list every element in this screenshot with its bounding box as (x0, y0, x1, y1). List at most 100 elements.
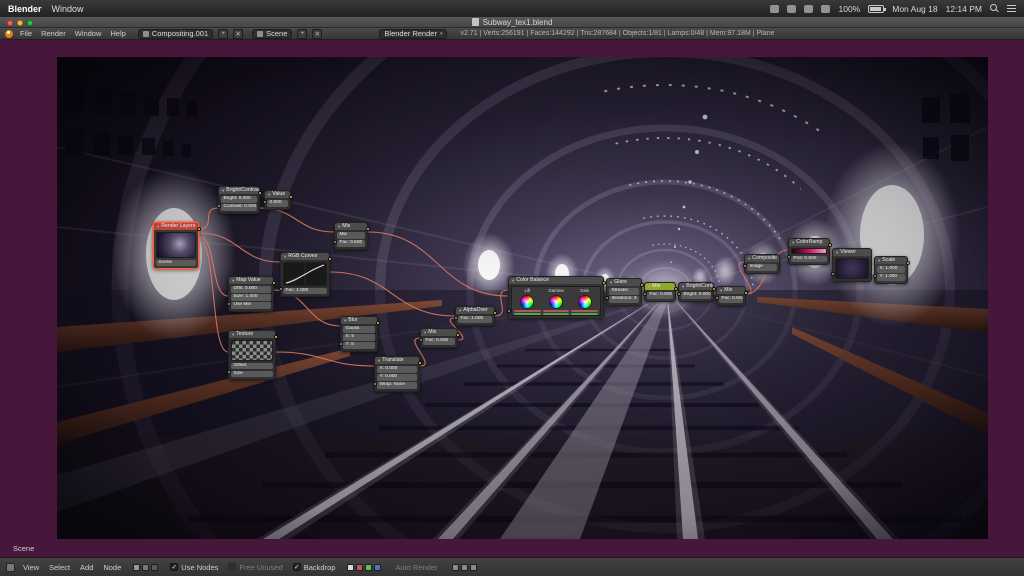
collapse-icon[interactable]: ▾ (720, 287, 722, 294)
node-field[interactable]: Offset (231, 363, 273, 370)
collapse-icon[interactable]: ▾ (610, 279, 612, 286)
node-header[interactable]: ▾Translate (375, 357, 419, 364)
node-header[interactable]: ▾Viewer (833, 249, 871, 256)
node-header[interactable]: ▾Blur (341, 317, 377, 324)
node-field[interactable]: Wrap: None (377, 382, 417, 389)
input-socket[interactable] (743, 264, 747, 268)
zoom-window-button[interactable] (27, 20, 33, 26)
node-composite[interactable]: ▾CompositeImage (744, 254, 780, 274)
node-field[interactable]: Contrast: 0.000 (221, 204, 257, 211)
header-menu-help[interactable]: Help (108, 29, 127, 38)
node-field[interactable]: Use Min (231, 302, 271, 309)
input-socket[interactable] (787, 255, 791, 259)
node-field[interactable]: X: 1.000 (877, 266, 905, 273)
wifi-icon[interactable] (804, 5, 813, 13)
color-wheel-disc[interactable] (549, 295, 563, 309)
input-socket[interactable] (605, 296, 609, 300)
node-header[interactable]: ▾Scale (875, 257, 907, 264)
collapse-icon[interactable]: ▾ (424, 329, 426, 336)
node-header[interactable]: ▾Mix (717, 287, 745, 294)
node-header[interactable]: ▾Value (265, 191, 290, 198)
close-layout-button[interactable]: ✕ (233, 29, 243, 39)
node-field[interactable]: Offs: 0.000 (231, 286, 271, 293)
node-viewer[interactable]: ▾Viewer (832, 248, 872, 282)
output-socket[interactable] (712, 287, 716, 291)
node-field[interactable]: Fac: 0.500 (719, 296, 743, 303)
notification-center-icon[interactable] (1007, 5, 1016, 12)
add-scene-button[interactable]: + (297, 29, 307, 39)
input-socket[interactable] (715, 296, 719, 300)
node-render-layers[interactable]: ▾Render Layers Scene (153, 222, 199, 269)
color-wheel-disc[interactable] (520, 295, 534, 309)
menubar-menu-window[interactable]: Window (52, 4, 84, 14)
input-socket[interactable] (454, 316, 458, 320)
node-field[interactable]: Y: 5 (343, 342, 375, 349)
shader-nodes-icon[interactable] (133, 564, 140, 571)
node-header[interactable]: ▾Glare (607, 279, 641, 286)
color-wheel-disc[interactable] (578, 295, 592, 309)
scene-selector[interactable]: Scene (252, 29, 292, 39)
node-field[interactable]: Mix (337, 232, 365, 239)
node-bright-contrast[interactable]: ▾Bright/ContrastBright: 0.000Contrast: 0… (218, 186, 260, 214)
copy-icon[interactable] (470, 564, 477, 571)
input-socket[interactable] (227, 302, 231, 306)
node-scale[interactable]: ▾Scale X: 1.000Y: 1.000 (874, 256, 908, 284)
output-socket[interactable] (258, 191, 262, 195)
output-socket[interactable] (272, 281, 276, 285)
output-socket[interactable] (366, 227, 370, 231)
input-socket[interactable] (643, 292, 647, 296)
minimize-window-button[interactable] (17, 20, 23, 26)
auto-render-toggle[interactable]: Auto Render (395, 563, 437, 572)
node-header[interactable]: ▾Mix (645, 283, 675, 290)
node-header[interactable]: ▾Render Layers (154, 223, 198, 230)
node-translate[interactable]: ▾TranslateX: 0.000Y: 0.000Wrap: None (374, 356, 420, 392)
node-value[interactable]: ▾Value 0.500 (264, 190, 291, 210)
collapse-icon[interactable]: ▾ (682, 283, 684, 290)
spotlight-icon[interactable] (990, 4, 999, 13)
color-wheel-gamma[interactable]: Gamma (543, 289, 570, 316)
input-socket[interactable] (873, 274, 877, 278)
texture-nodes-icon[interactable] (151, 564, 158, 571)
output-socket[interactable] (828, 243, 832, 247)
node-header[interactable]: ▾RGB Curves (281, 253, 329, 260)
node-mix-2[interactable]: ▾MixFac: 0.500 (420, 328, 458, 348)
node-header[interactable]: ▾Map Value (229, 277, 273, 284)
channel-g-icon[interactable] (365, 564, 372, 571)
input-socket[interactable] (419, 338, 423, 342)
toggle-use-nodes[interactable]: ✓Use Nodes (170, 563, 218, 572)
node-alpha-over[interactable]: ▾AlphaOverFac: 1.000 (455, 306, 495, 326)
node-field[interactable]: Size (231, 371, 273, 378)
collapse-icon[interactable]: ▾ (268, 191, 270, 198)
input-socket[interactable] (333, 240, 337, 244)
node-field[interactable]: 0.500 (267, 200, 288, 207)
close-scene-button[interactable]: ✕ (312, 29, 322, 39)
collapse-icon[interactable]: ▾ (836, 249, 838, 256)
node-color-balance[interactable]: ▾Color BalanceLiftGammaGain (508, 276, 604, 319)
node-header[interactable]: ▾ColorRamp (789, 239, 829, 246)
collapse-icon[interactable]: ▾ (512, 277, 514, 284)
collapse-icon[interactable]: ▾ (338, 223, 340, 230)
display-icon[interactable] (770, 5, 779, 13)
output-socket[interactable] (274, 335, 278, 339)
input-socket[interactable] (507, 309, 511, 313)
editor-type-icon[interactable] (6, 563, 15, 572)
collapse-icon[interactable]: ▾ (284, 253, 286, 260)
collapse-icon[interactable]: ▾ (344, 317, 346, 324)
node-map-value[interactable]: ▾Map ValueOffs: 0.000Size: 1.000Use Min (228, 276, 274, 312)
node-field[interactable]: Y: 1.000 (877, 274, 905, 281)
header-menu-window[interactable]: Window (73, 29, 104, 38)
node-field[interactable]: X: 0.000 (377, 366, 417, 373)
rgb-sliders[interactable] (571, 310, 598, 317)
node-field[interactable]: Scene (156, 260, 196, 267)
channel-r-icon[interactable] (356, 564, 363, 571)
node-header[interactable]: ▾Composite (745, 255, 779, 262)
bluetooth-icon[interactable] (787, 5, 796, 13)
collapse-icon[interactable]: ▾ (459, 307, 461, 314)
node-field[interactable]: Fac: 0.500 (647, 292, 673, 299)
output-socket[interactable] (602, 281, 606, 285)
output-socket[interactable] (418, 361, 422, 365)
node-rgb-curves[interactable]: ▾RGB CurvesFac: 1.000 (280, 252, 330, 297)
node-bright-2[interactable]: ▾Bright/ContrastBright: 0.000 (678, 282, 714, 302)
collapse-icon[interactable]: ▾ (878, 257, 880, 264)
input-socket[interactable] (831, 272, 835, 276)
